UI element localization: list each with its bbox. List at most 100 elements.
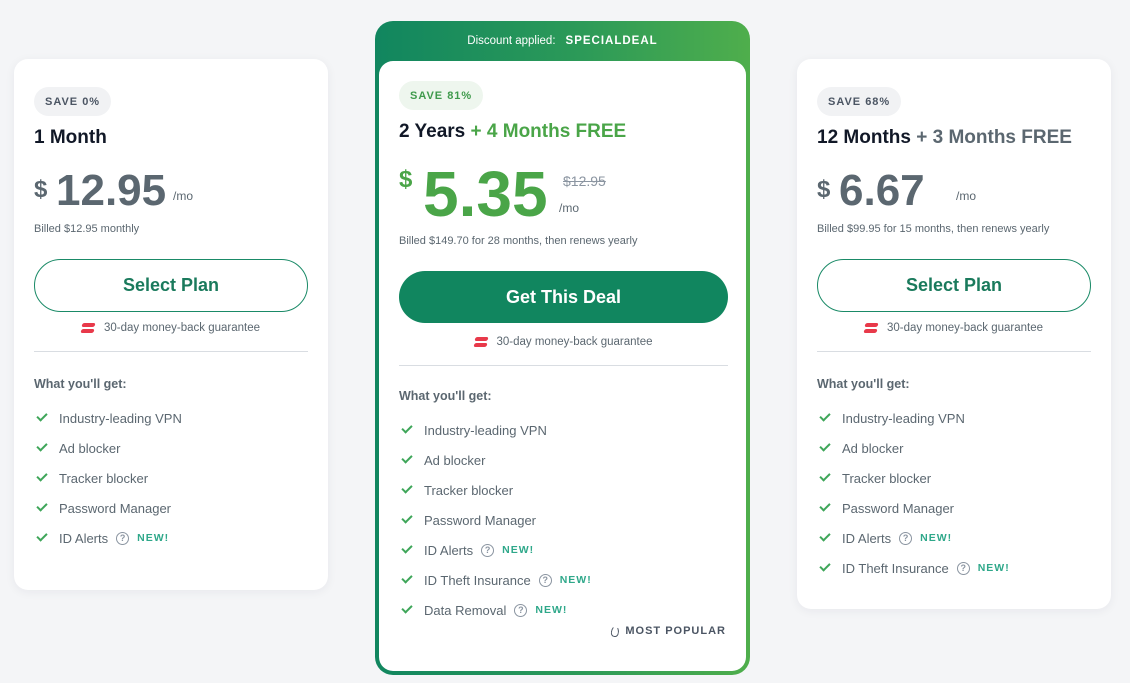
guarantee-text: 30-day money-back guarantee [496, 336, 653, 348]
feature-label: Tracker blocker [59, 470, 149, 486]
help-icon[interactable]: ? [481, 543, 495, 557]
feature-item: Tracker blocker [817, 463, 1097, 493]
most-popular-badge: MOST POPULAR [610, 624, 726, 638]
feature-label: ID Theft Insurance [424, 572, 531, 588]
help-icon[interactable]: ? [899, 531, 913, 545]
help-icon[interactable]: ? [514, 603, 528, 617]
check-icon [819, 560, 831, 572]
price-period: /mo [956, 189, 977, 203]
features-heading: What you'll get: [399, 389, 492, 403]
divider [34, 351, 308, 352]
feature-label: ID Alerts [59, 530, 109, 546]
discount-label: Discount applied: [467, 35, 556, 47]
feature-list: Industry-leading VPN Ad blocker Tracker … [399, 415, 679, 625]
plan-duration: 12 Months [817, 127, 911, 148]
save-badge: SAVE 0% [34, 87, 112, 116]
price-amount: 6.67 [839, 166, 925, 215]
feature-item: ID Alerts? NEW! [817, 523, 1097, 553]
help-icon[interactable]: ? [538, 573, 552, 587]
feature-label: Ad blocker [59, 440, 121, 456]
plan-duration: 1 Month [34, 127, 107, 148]
billing-note: Billed $99.95 for 15 months, then renews… [817, 223, 1050, 235]
new-badge: NEW! [977, 562, 1010, 574]
featured-plan-frame: Discount applied: SPECIALDEAL SAVE 81% 2… [375, 21, 750, 675]
feature-label: Industry-leading VPN [842, 410, 965, 426]
feature-item: Tracker blocker [399, 475, 679, 505]
currency-symbol: $ [817, 176, 831, 203]
check-icon [401, 572, 413, 584]
plan-duration: 2 Years [399, 121, 466, 142]
plan-card-2-years: SAVE 81% 2 Years + 4 Months FREE $ 5.35 … [379, 61, 746, 671]
feature-list: Industry-leading VPN Ad blocker Tracker … [34, 403, 314, 553]
money-back-icon [865, 323, 879, 333]
feature-label: Password Manager [842, 500, 954, 516]
price-period: /mo [173, 189, 194, 203]
money-back-icon [82, 323, 96, 333]
check-icon [401, 542, 413, 554]
feature-item: ID Alerts? NEW! [399, 535, 679, 565]
billing-note: Billed $12.95 monthly [34, 223, 140, 235]
most-popular-label: MOST POPULAR [625, 625, 726, 637]
feature-item: Password Manager [399, 505, 679, 535]
feature-label: ID Alerts [424, 542, 474, 558]
plan-card-12-months: SAVE 68% 12 Months + 3 Months FREE $ 6.6… [797, 59, 1111, 609]
feature-item: Ad blocker [399, 445, 679, 475]
help-icon[interactable]: ? [116, 531, 130, 545]
flame-icon [610, 624, 621, 638]
price-period: /mo [559, 201, 580, 215]
feature-item: Password Manager [817, 493, 1097, 523]
plan-title: 1 Month [34, 127, 107, 149]
feature-item: Data Removal? NEW! [399, 595, 679, 625]
price-amount: 5.35 [423, 158, 548, 230]
feature-label: Industry-leading VPN [59, 410, 182, 426]
check-icon [401, 512, 413, 524]
feature-label: Password Manager [59, 500, 171, 516]
feature-label: ID Theft Insurance [842, 560, 949, 576]
feature-item: Industry-leading VPN [34, 403, 314, 433]
feature-item: Tracker blocker [34, 463, 314, 493]
new-badge: NEW! [535, 604, 568, 616]
plan-card-1-month: SAVE 0% 1 Month $ 12.95 /mo Billed $12.9… [14, 59, 328, 590]
feature-item: Ad blocker [34, 433, 314, 463]
feature-label: Data Removal [424, 602, 507, 618]
original-price: $12.95 [563, 173, 606, 189]
feature-label: Ad blocker [842, 440, 904, 456]
currency-symbol: $ [399, 166, 413, 193]
check-icon [401, 422, 413, 434]
plan-bonus: + 3 Months FREE [916, 127, 1072, 148]
features-heading: What you'll get: [817, 377, 910, 391]
plan-title: 12 Months + 3 Months FREE [817, 127, 1072, 149]
select-plan-button[interactable]: Select Plan [34, 259, 308, 312]
price: $ 6.67 /mo [817, 167, 1097, 217]
new-badge: NEW! [137, 532, 170, 544]
feature-item: Password Manager [34, 493, 314, 523]
feature-label: Password Manager [424, 512, 536, 528]
discount-code: SPECIALDEAL [565, 35, 658, 47]
feature-item: ID Theft Insurance? NEW! [817, 553, 1097, 583]
divider [399, 365, 728, 366]
money-back-guarantee: 30-day money-back guarantee [817, 322, 1091, 334]
check-icon [819, 530, 831, 542]
guarantee-text: 30-day money-back guarantee [104, 322, 260, 334]
check-icon [36, 440, 48, 452]
feature-label: Tracker blocker [424, 482, 514, 498]
check-icon [401, 452, 413, 464]
new-badge: NEW! [502, 544, 535, 556]
feature-item: Ad blocker [817, 433, 1097, 463]
check-icon [36, 530, 48, 542]
select-plan-button[interactable]: Select Plan [817, 259, 1091, 312]
plan-bonus: + 4 Months FREE [470, 121, 627, 142]
check-icon [36, 410, 48, 422]
billing-note: Billed $149.70 for 28 months, then renew… [399, 235, 638, 247]
money-back-guarantee: 30-day money-back guarantee [34, 322, 308, 334]
guarantee-text: 30-day money-back guarantee [887, 322, 1043, 334]
discount-banner: Discount applied: SPECIALDEAL [375, 21, 750, 61]
feature-list: Industry-leading VPN Ad blocker Tracker … [817, 403, 1097, 583]
help-icon[interactable]: ? [956, 561, 970, 575]
feature-label: Ad blocker [424, 452, 486, 468]
feature-label: Tracker blocker [842, 470, 932, 486]
get-deal-button[interactable]: Get This Deal [399, 271, 728, 323]
money-back-icon [475, 337, 489, 347]
price-amount: 12.95 [56, 166, 167, 215]
features-heading: What you'll get: [34, 377, 127, 391]
